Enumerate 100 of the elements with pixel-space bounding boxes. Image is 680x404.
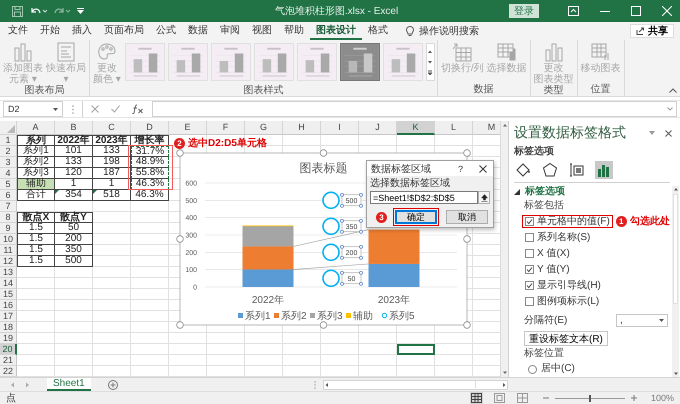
scrollbar[interactable] bbox=[322, 380, 508, 390]
active-cell[interactable] bbox=[397, 344, 435, 355]
dialog-button[interactable]: 确定 bbox=[395, 210, 437, 224]
radio-label[interactable]: 居中(C) bbox=[541, 363, 575, 375]
select-all-icon[interactable] bbox=[7, 125, 15, 133]
column-header[interactable]: G bbox=[245, 121, 283, 135]
ribbon-tab[interactable]: 审阅 bbox=[214, 22, 246, 40]
radio-button[interactable] bbox=[528, 364, 537, 374]
column-header[interactable]: I bbox=[321, 121, 359, 135]
scrollbar[interactable] bbox=[672, 186, 679, 377]
scrollbar[interactable] bbox=[500, 121, 508, 377]
bubble[interactable] bbox=[322, 270, 340, 288]
resize-handle[interactable] bbox=[320, 149, 328, 157]
scroll-left-icon[interactable] bbox=[324, 380, 330, 388]
dialog-button[interactable]: 取消 bbox=[446, 210, 488, 224]
checkbox[interactable] bbox=[525, 217, 534, 226]
row-header[interactable]: 21 bbox=[0, 355, 17, 366]
icon-tab[interactable] bbox=[514, 161, 532, 179]
resize-handle[interactable] bbox=[176, 321, 184, 329]
column-header[interactable]: A bbox=[17, 121, 55, 135]
row-header[interactable]: 2 bbox=[0, 146, 17, 157]
save-icon[interactable] bbox=[12, 6, 23, 16]
resize-handle[interactable] bbox=[320, 321, 328, 329]
column-header[interactable]: M bbox=[473, 121, 500, 135]
cancel-icon[interactable] bbox=[91, 105, 99, 113]
column-header[interactable]: E bbox=[169, 121, 207, 135]
column-header[interactable]: D bbox=[131, 121, 169, 135]
previous-sheet-icon[interactable] bbox=[10, 382, 15, 388]
bubble[interactable] bbox=[322, 218, 340, 236]
zoom-in-icon[interactable] bbox=[630, 395, 637, 401]
ribbon-tab[interactable]: 公式 bbox=[150, 22, 182, 40]
checkbox[interactable] bbox=[525, 265, 534, 274]
icon-tab[interactable] bbox=[541, 161, 559, 179]
gallery-scroll-button[interactable] bbox=[426, 43, 435, 81]
zoom-out-icon[interactable] bbox=[542, 395, 549, 401]
row-header[interactable]: 6 bbox=[0, 190, 17, 201]
ribbon-tab[interactable]: 视图 bbox=[246, 22, 278, 40]
checkbox-label[interactable]: 系列名称(S) bbox=[537, 232, 590, 244]
close-icon[interactable] bbox=[665, 130, 672, 136]
name-box[interactable]: D2 bbox=[3, 101, 63, 117]
checkbox[interactable] bbox=[525, 233, 534, 242]
help-button[interactable]: ? bbox=[458, 164, 463, 174]
column-header[interactable]: H bbox=[283, 121, 321, 135]
scroll-right-icon[interactable] bbox=[500, 380, 507, 388]
row-header[interactable]: 17 bbox=[0, 311, 17, 322]
row-header[interactable]: 16 bbox=[0, 300, 17, 311]
row-header[interactable]: 13 bbox=[0, 267, 17, 278]
sign-in-button[interactable]: 登录 bbox=[509, 4, 539, 18]
sheet-tab[interactable]: Sheet1 bbox=[47, 378, 91, 391]
next-sheet-icon[interactable] bbox=[25, 382, 30, 388]
tell-me-search[interactable]: 操作说明搜索 bbox=[419, 22, 479, 40]
caret-icon[interactable] bbox=[667, 107, 673, 111]
checkbox-label[interactable]: X 值(X) bbox=[537, 248, 570, 260]
chart-title[interactable]: 图表标题 bbox=[300, 161, 348, 175]
row-header[interactable]: 19 bbox=[0, 333, 17, 344]
row-header[interactable]: 8 bbox=[0, 212, 17, 223]
resize-handle[interactable] bbox=[463, 149, 471, 157]
ribbon-tab[interactable]: 插入 bbox=[66, 22, 98, 40]
formula-input[interactable] bbox=[152, 101, 677, 117]
row-header[interactable]: 15 bbox=[0, 289, 17, 300]
checkbox[interactable] bbox=[525, 297, 534, 306]
share-button[interactable]: 共享 bbox=[630, 24, 674, 38]
resize-handle[interactable] bbox=[176, 149, 184, 157]
row-header[interactable]: 11 bbox=[0, 245, 17, 256]
bubble[interactable] bbox=[322, 192, 340, 210]
bubble[interactable] bbox=[322, 244, 340, 262]
column-header[interactable]: C bbox=[93, 121, 131, 135]
ribbon-tab[interactable]: 页面布局 bbox=[98, 22, 150, 40]
reset-label-text-button[interactable]: 重设标签文本(R) bbox=[524, 331, 608, 346]
caret-icon[interactable] bbox=[649, 131, 655, 135]
separator-dropdown[interactable]: , bbox=[616, 314, 668, 327]
checkbox[interactable] bbox=[525, 281, 534, 290]
resize-handle[interactable] bbox=[463, 235, 471, 243]
checkbox-label[interactable]: 单元格中的值(F) bbox=[537, 216, 610, 228]
row-header[interactable]: 14 bbox=[0, 278, 17, 289]
row-header[interactable]: 9 bbox=[0, 223, 17, 234]
checkbox-label[interactable]: 显示引导线(H) bbox=[537, 280, 601, 292]
row-header[interactable]: 10 bbox=[0, 234, 17, 245]
checkbox-label[interactable]: Y 值(Y) bbox=[537, 264, 570, 276]
customize-caret-icon[interactable] bbox=[77, 8, 84, 14]
ribbon-tab[interactable]: 帮助 bbox=[278, 22, 310, 40]
ribbon-tab[interactable]: 数据 bbox=[182, 22, 214, 40]
row-header[interactable]: 1 bbox=[0, 135, 17, 146]
resize-handle[interactable] bbox=[176, 235, 184, 243]
row-header[interactable]: 12 bbox=[0, 256, 17, 267]
maximize-icon[interactable] bbox=[631, 6, 641, 16]
checkbox-label[interactable]: 图例项标示(L) bbox=[537, 296, 600, 308]
ribbon-display-icon[interactable] bbox=[568, 6, 579, 16]
icon-tab[interactable] bbox=[568, 161, 586, 179]
row-header[interactable]: 5 bbox=[0, 179, 17, 190]
row-header[interactable]: 18 bbox=[0, 322, 17, 333]
row-header[interactable]: 4 bbox=[0, 168, 17, 179]
column-header[interactable]: B bbox=[55, 121, 93, 135]
row-header[interactable]: 7 bbox=[0, 201, 17, 212]
resize-handle[interactable] bbox=[463, 321, 471, 329]
ribbon-tab[interactable]: 格式 bbox=[362, 22, 394, 40]
enter-icon[interactable] bbox=[111, 105, 120, 113]
ribbon-tab[interactable]: 开始 bbox=[34, 22, 66, 40]
ribbon-tab[interactable]: 文件 bbox=[2, 22, 34, 40]
scroll-up-icon[interactable] bbox=[672, 186, 678, 192]
